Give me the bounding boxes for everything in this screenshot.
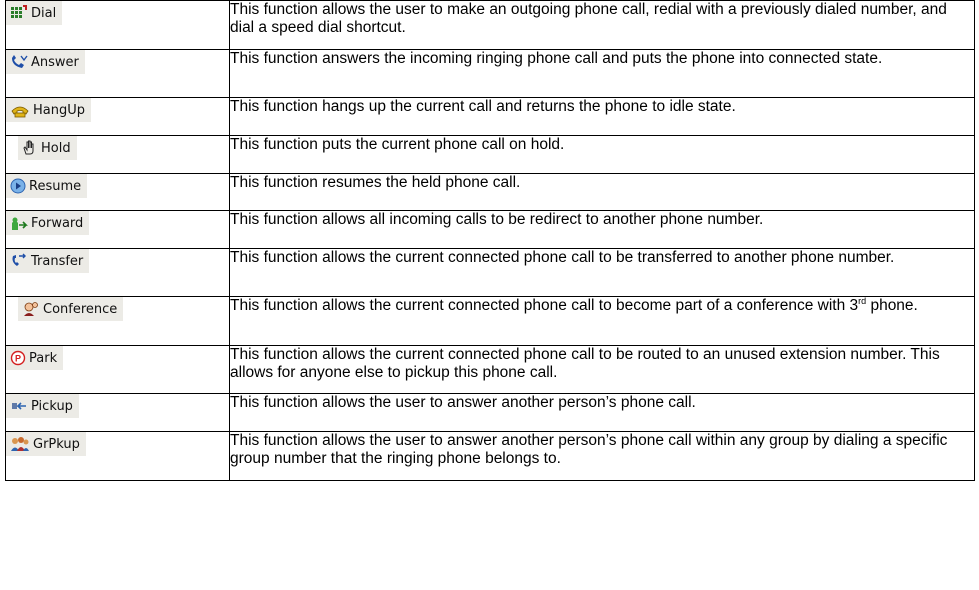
hold-description: This function puts the current phone cal…: [229, 135, 975, 174]
transfer-button[interactable]: Transfer: [6, 249, 90, 273]
pickup-hand-icon: [10, 399, 28, 413]
dial-button-label: Dial: [31, 5, 57, 21]
park-button[interactable]: P Park: [6, 346, 64, 370]
answer-description: This function answers the incoming ringi…: [229, 49, 975, 98]
table-row: Hold This function puts the current phon…: [5, 135, 975, 174]
conference-people-icon: [22, 301, 40, 317]
resume-button-label: Resume: [29, 178, 82, 194]
conference-button[interactable]: Conference: [18, 297, 124, 321]
hangup-phone-icon: [10, 102, 30, 118]
dial-button[interactable]: Dial: [6, 1, 63, 25]
pickup-description: This function allows the user to answer …: [229, 393, 975, 432]
grpkup-button-label: GrPkup: [33, 436, 80, 452]
grpkup-button[interactable]: GrPkup: [6, 432, 86, 456]
table-row: Dial This function allows the user to ma…: [5, 0, 975, 50]
hangup-button-label: HangUp: [33, 102, 85, 118]
ordinal-superscript: rd: [858, 295, 867, 306]
table-row: P Park This function allows the current …: [5, 345, 975, 394]
answer-button[interactable]: Answer: [6, 50, 85, 74]
hangup-button[interactable]: HangUp: [6, 98, 91, 122]
conference-description: This function allows the current connect…: [229, 295, 975, 346]
resume-description: This function resumes the held phone cal…: [229, 173, 975, 211]
table-row: Transfer This function allows the curren…: [5, 248, 975, 297]
forward-button[interactable]: Forward: [6, 211, 90, 235]
table-row: Pickup This function allows the user to …: [5, 393, 975, 432]
table-row: Forward This function allows all incomin…: [5, 210, 975, 249]
transfer-description: This function allows the current connect…: [229, 248, 975, 297]
hold-hand-icon: [22, 140, 38, 156]
forward-description: This function allows all incoming calls …: [229, 210, 975, 249]
hold-button[interactable]: Hold: [18, 136, 77, 160]
group-pickup-icon: [10, 436, 30, 452]
table-row: GrPkup This function allows the user to …: [5, 431, 975, 481]
park-circle-p-icon: P: [10, 350, 26, 366]
park-description: This function allows the current connect…: [229, 345, 975, 394]
transfer-phone-icon: [10, 253, 28, 269]
answer-phone-icon: [10, 54, 28, 70]
forward-button-label: Forward: [31, 215, 84, 231]
function-table: Dial This function allows the user to ma…: [5, 0, 975, 481]
dial-description: This function allows the user to make an…: [229, 0, 975, 50]
hangup-description: This function hangs up the current call …: [229, 97, 975, 136]
transfer-button-label: Transfer: [31, 253, 84, 269]
conference-button-label: Conference: [43, 301, 118, 317]
forward-person-icon: [10, 215, 28, 231]
table-row: Answer This function answers the incomin…: [5, 49, 975, 98]
grpkup-description: This function allows the user to answer …: [229, 431, 975, 481]
resume-play-icon: [10, 178, 26, 194]
dial-keypad-icon: [10, 5, 28, 21]
table-row: Resume This function resumes the held ph…: [5, 173, 975, 211]
resume-button[interactable]: Resume: [6, 174, 88, 198]
pickup-button-label: Pickup: [31, 398, 73, 414]
table-row: HangUp This function hangs up the curren…: [5, 97, 975, 136]
park-button-label: Park: [29, 350, 58, 366]
hold-button-label: Hold: [41, 140, 71, 156]
svg-text:P: P: [15, 354, 21, 364]
answer-button-label: Answer: [31, 54, 79, 70]
pickup-button[interactable]: Pickup: [6, 394, 79, 418]
table-row: Conference This function allows the curr…: [5, 295, 975, 346]
